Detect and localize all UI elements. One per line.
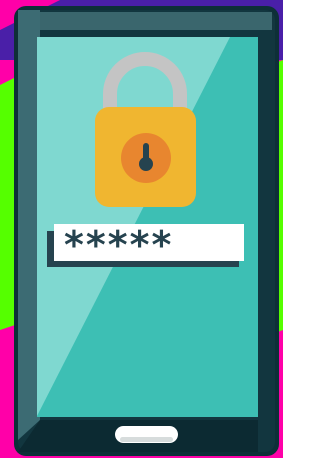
padlock-icon (95, 107, 196, 207)
password-field[interactable]: ***** (54, 223, 244, 267)
password-masked-text: ***** (64, 223, 174, 267)
top-bezel-highlight (22, 12, 272, 30)
home-button-shade (120, 437, 173, 442)
left-bezel-highlight (18, 10, 40, 440)
smartphone-lock-illustration: ***** (0, 0, 283, 458)
